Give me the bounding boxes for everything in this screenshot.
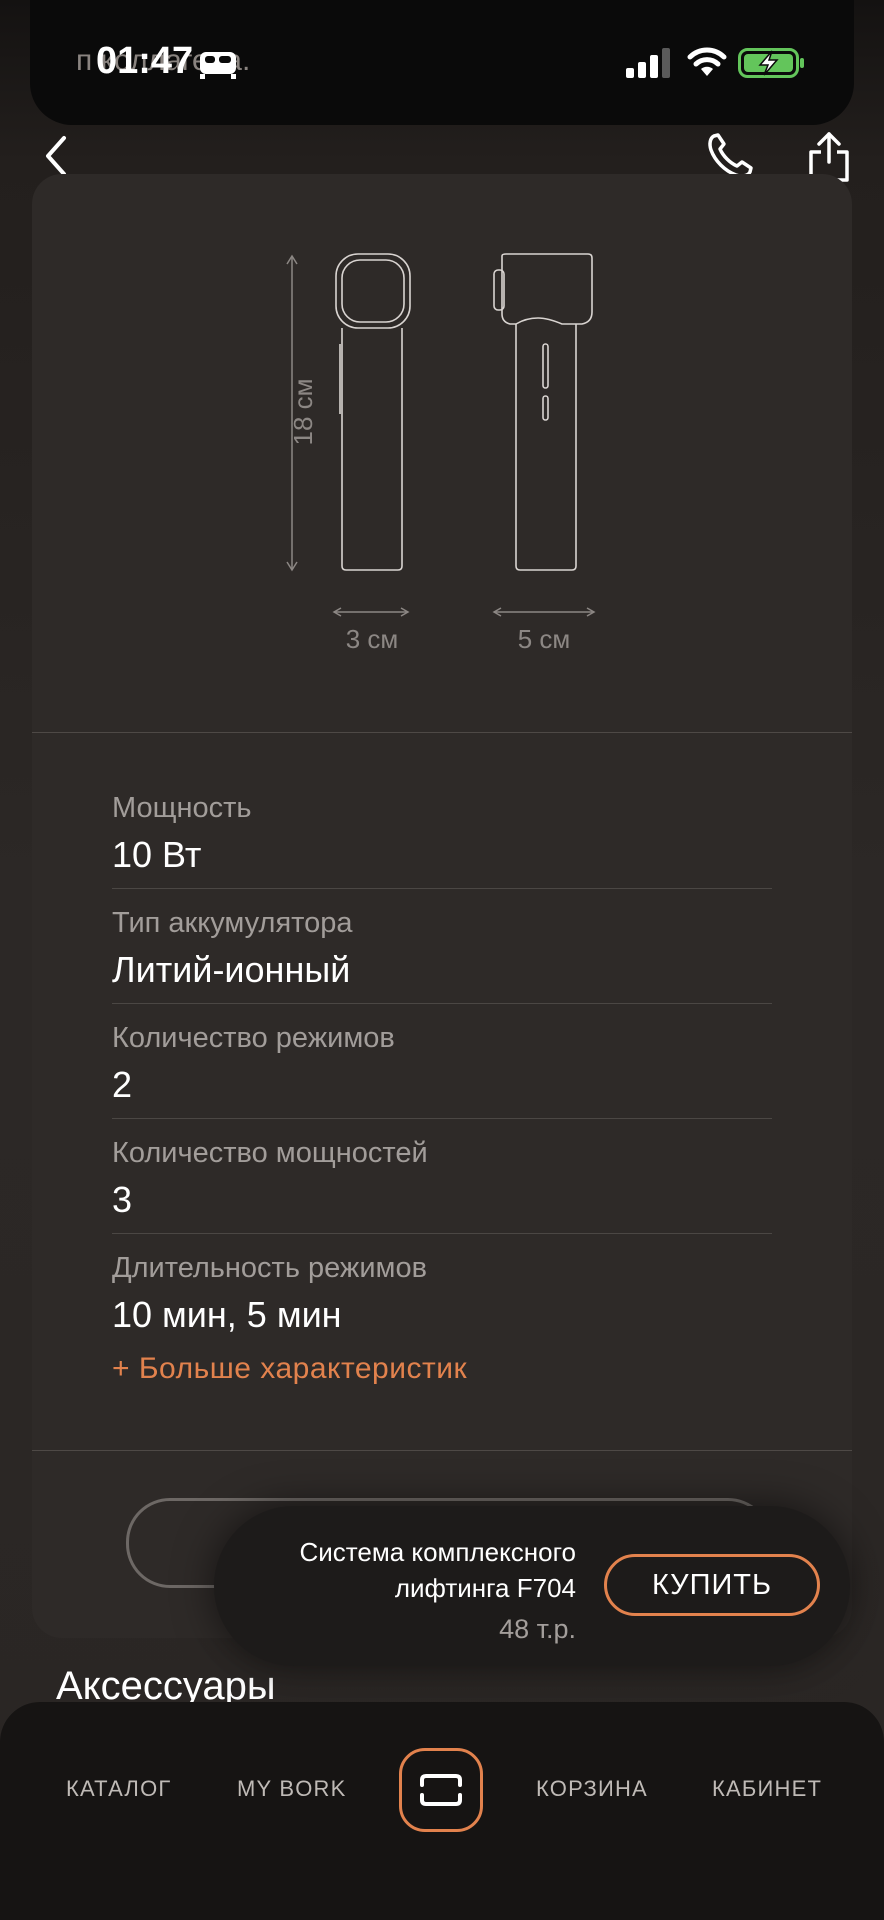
specs-divider [32,1450,852,1451]
front-width-dimension-arrow [332,607,410,617]
front-width-dimension-label: 3 см [346,624,399,654]
spec-label: Количество режимов [112,1022,395,1054]
scan-icon[interactable] [399,1748,483,1832]
tab-cabinet[interactable]: КАБИНЕТ [712,1776,822,1802]
spec-row-mode-duration: Длительность режимов 10 мин, 5 мин [112,1234,772,1348]
height-dimension-label: 18 см [288,378,318,445]
product-price: 48 т.р. [499,1614,576,1644]
cellular-signal-icon [626,48,670,78]
device-side-view [493,253,593,571]
spec-value: 3 [112,1179,133,1220]
spec-label: Количество мощностей [112,1137,428,1169]
tab-catalog[interactable]: КАТАЛОГ [66,1776,172,1802]
side-width-dimension-label: 5 см [518,624,571,654]
tab-bar: КАТАЛОГ MY BORK КОРЗИНА КАБИНЕТ [0,1702,884,1920]
spec-label: Длительность режимов [112,1252,428,1284]
spec-label: Мощность [112,792,252,824]
spec-row-power-levels: Количество мощностей 3 [112,1119,772,1234]
buy-button[interactable]: КУПИТЬ [604,1554,820,1616]
spec-row-battery-type: Тип аккумулятора Литий-ионный [112,889,772,1004]
bed-icon [200,52,236,79]
spec-value: Литий-ионный [112,949,351,990]
back-button[interactable] [38,132,78,180]
spec-row-power: Мощность 10 Вт [112,774,772,889]
spec-value: 2 [112,1064,133,1105]
scan-frame-icon [420,1774,462,1806]
device-front-view [335,253,411,571]
spec-row-modes-count: Количество режимов 2 [112,1004,772,1119]
tab-cart[interactable]: КОРЗИНА [536,1776,648,1802]
tab-my-bork[interactable]: MY BORK [237,1776,346,1802]
wifi-icon [687,47,727,76]
product-details-card: 18 см 3 см 5 см Мощность 10 Вт Тип аккум… [32,174,852,1638]
spec-value: 10 Вт [112,834,202,875]
buy-bar: Система комплексного лифтинга F704 48 т.… [214,1506,850,1666]
more-specs-link[interactable]: + Больше характеристик [112,1352,467,1386]
battery-charging-icon [738,48,804,78]
status-time: 01:47 [96,40,194,82]
diagram-divider [32,732,852,733]
specs-list: Мощность 10 Вт Тип аккумулятора Литий-ио… [112,774,772,1348]
spec-label: Тип аккумулятора [112,907,353,939]
spec-value: 10 мин, 5 мин [112,1294,342,1335]
product-name: Система комплексного лифтинга F704 [299,1537,576,1603]
side-width-dimension-arrow [492,607,596,617]
device-dimensions-diagram: 18 см 3 см 5 см [286,253,596,654]
